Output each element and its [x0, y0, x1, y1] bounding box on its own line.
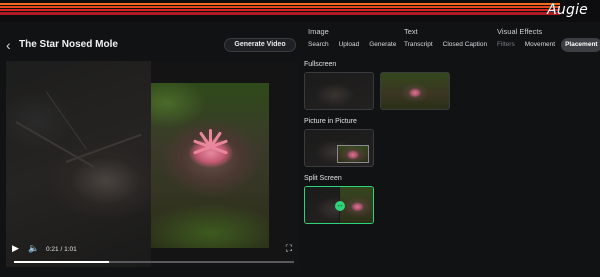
- mole-tentacle: [209, 145, 228, 155]
- video-player[interactable]: ▶ 🔈 0:21 / 1:01 ⛶: [6, 61, 298, 267]
- fullscreen-option-mole[interactable]: [380, 72, 450, 110]
- brand-stripe: [0, 12, 560, 15]
- thumbnail-mole: [340, 187, 373, 223]
- star-nosed-mole-image: [151, 83, 269, 248]
- top-bar: Augie: [0, 0, 600, 22]
- tab-placement[interactable]: Placement: [561, 38, 600, 52]
- page-title: The Star Nosed Mole: [19, 39, 118, 50]
- augie-logo: Augie: [547, 2, 588, 18]
- fullscreen-option-dark[interactable]: [304, 72, 374, 110]
- split-screen-section-label: Split Screen: [304, 175, 342, 182]
- picture-in-picture-section-label: Picture in Picture: [304, 118, 357, 125]
- progress-fill: [14, 261, 110, 263]
- picture-in-picture-option[interactable]: [304, 129, 374, 167]
- tab-transcript[interactable]: Transcript: [400, 38, 437, 52]
- volume-icon[interactable]: 🔈: [28, 243, 39, 254]
- player-controls: ▶ 🔈 0:21 / 1:01 ⛶: [6, 237, 298, 267]
- text-group-label: Text: [404, 27, 418, 36]
- tab-upload[interactable]: Upload: [335, 38, 364, 52]
- image-group-label: Image: [308, 27, 329, 36]
- visual-effects-group-label: Visual Effects: [497, 27, 543, 36]
- play-icon[interactable]: ▶: [12, 243, 19, 254]
- chevron-left-icon[interactable]: ‹: [6, 37, 11, 53]
- fullscreen-icon[interactable]: ⛶: [286, 243, 292, 254]
- thumbnail-scene: [305, 187, 339, 223]
- tab-search[interactable]: Search: [304, 38, 333, 52]
- generate-video-button[interactable]: Generate Video: [224, 38, 296, 52]
- visual-effects-tabs: Filters Movement Placement: [493, 38, 600, 53]
- progress-bar[interactable]: [14, 261, 294, 263]
- thumbnail-scene: [305, 73, 373, 109]
- tab-closed-caption[interactable]: Closed Caption: [439, 38, 491, 52]
- twig: [45, 91, 87, 150]
- pip-inset: [337, 145, 369, 163]
- mole-tentacle: [193, 145, 212, 155]
- fullscreen-section-label: Fullscreen: [304, 61, 337, 68]
- split-handle-icon[interactable]: ↔: [335, 201, 345, 211]
- tab-generate[interactable]: Generate: [365, 38, 400, 52]
- tab-movement[interactable]: Movement: [521, 38, 559, 52]
- playback-time: 0:21 / 1:01: [46, 246, 77, 253]
- image-tabs: Search Upload Generate: [304, 38, 400, 53]
- thumbnail-mole: [381, 73, 449, 109]
- text-tabs: Transcript Closed Caption: [400, 38, 491, 53]
- brand-stripe: [0, 3, 560, 5]
- brand-stripe: [0, 6, 560, 8]
- tab-filters[interactable]: Filters: [493, 38, 519, 52]
- split-screen-option[interactable]: ↔: [304, 186, 374, 224]
- brand-stripe: [0, 9, 560, 11]
